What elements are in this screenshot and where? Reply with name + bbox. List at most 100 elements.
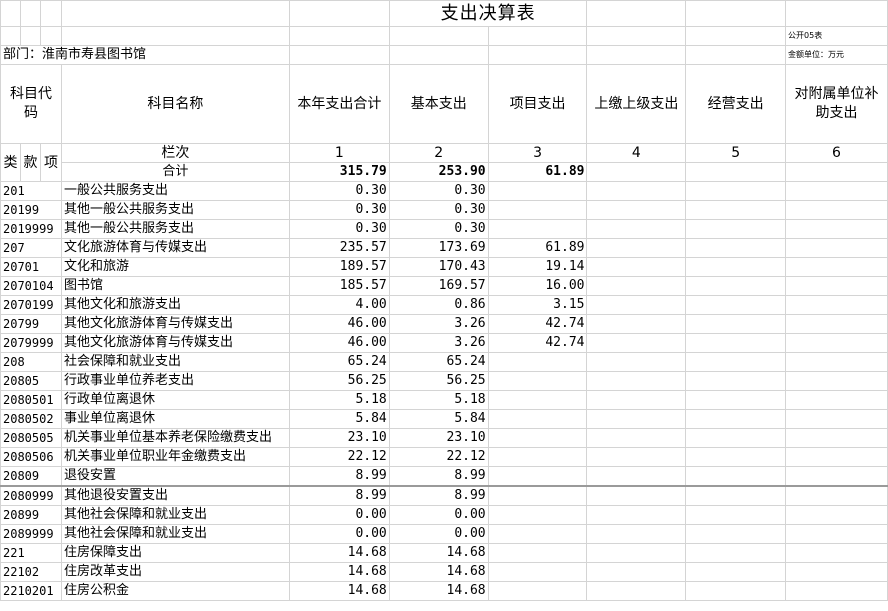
cell-empty[interactable] <box>586 333 687 353</box>
row-name: 住房改革支出 <box>60 562 290 582</box>
table-row: 20809 退役安置 8.99 8.99 <box>0 466 888 487</box>
cell-empty[interactable] <box>685 314 787 334</box>
row-basic: 0.30 <box>388 200 489 220</box>
row-project: 61.89 <box>487 238 588 258</box>
cell-empty[interactable] <box>785 333 888 353</box>
cell-empty[interactable] <box>785 295 888 315</box>
cell-empty[interactable] <box>785 409 888 429</box>
table-row: 2080502 事业单位离退休 5.84 5.84 <box>0 409 888 429</box>
row-project <box>487 505 588 525</box>
row-total: 189.57 <box>288 257 390 277</box>
cell-empty[interactable] <box>685 581 787 601</box>
unit-label: 金额单位：万元 <box>785 45 888 65</box>
cell-empty[interactable] <box>586 562 687 582</box>
cell-empty[interactable] <box>586 524 687 544</box>
header-business: 经营支出 <box>685 64 787 144</box>
cell-empty[interactable] <box>785 466 888 487</box>
cell-empty[interactable] <box>685 295 787 315</box>
row-code: 2019999 <box>0 219 62 239</box>
cell-empty[interactable] <box>685 409 787 429</box>
cell-empty[interactable] <box>785 200 888 220</box>
row-project <box>487 543 588 563</box>
project-sum: 61.89 <box>487 162 588 182</box>
cell-empty[interactable] <box>685 390 787 410</box>
table-row: 20701 文化和旅游 189.57 170.43 19.14 <box>0 257 888 277</box>
cell-empty[interactable] <box>685 447 787 467</box>
cell-empty[interactable] <box>785 238 888 258</box>
cell-empty[interactable] <box>785 524 888 544</box>
cell-empty[interactable] <box>586 200 687 220</box>
cell-empty[interactable] <box>685 524 787 544</box>
row-total: 14.68 <box>288 543 390 563</box>
cell-empty[interactable] <box>586 352 687 372</box>
cell-empty[interactable] <box>685 352 787 372</box>
cell-empty[interactable] <box>586 219 687 239</box>
cell-empty[interactable] <box>785 581 888 601</box>
cell-empty[interactable] <box>586 409 687 429</box>
row-code: 2089999 <box>0 524 62 544</box>
table-row: 20899 其他社会保障和就业支出 0.00 0.00 <box>0 505 888 525</box>
row-code: 20199 <box>0 200 62 220</box>
cell-empty[interactable] <box>785 314 888 334</box>
header-total: 本年支出合计 <box>288 64 390 144</box>
row-basic: 22.12 <box>388 447 489 467</box>
cell-empty[interactable] <box>685 428 787 448</box>
row-total: 23.10 <box>288 428 390 448</box>
cell-empty[interactable] <box>785 352 888 372</box>
cell-empty[interactable] <box>586 485 687 506</box>
cell-empty[interactable] <box>586 390 687 410</box>
cell-empty[interactable] <box>785 447 888 467</box>
cell-empty[interactable] <box>785 181 888 201</box>
cell-empty[interactable] <box>685 181 787 201</box>
cell-empty[interactable] <box>586 314 687 334</box>
row-project <box>487 390 588 410</box>
cell-empty[interactable] <box>685 485 787 506</box>
cell-empty[interactable] <box>685 543 787 563</box>
cell-empty[interactable] <box>685 562 787 582</box>
row-project: 42.74 <box>487 314 588 334</box>
cell-empty[interactable] <box>785 219 888 239</box>
cell-empty[interactable] <box>586 447 687 467</box>
cell-empty[interactable] <box>586 371 687 391</box>
table-row: 2089999 其他社会保障和就业支出 0.00 0.00 <box>0 524 888 544</box>
table-row: 20199 其他一般公共服务支出 0.30 0.30 <box>0 200 888 220</box>
cell-empty[interactable] <box>586 466 687 487</box>
row-name: 文化和旅游 <box>60 257 290 277</box>
row-project <box>487 485 588 506</box>
cell-empty[interactable] <box>685 276 787 296</box>
cell-empty[interactable] <box>785 428 888 448</box>
cell-empty[interactable] <box>685 238 787 258</box>
cell-empty[interactable] <box>685 466 787 487</box>
cell-empty[interactable] <box>685 333 787 353</box>
cell-empty[interactable] <box>685 505 787 525</box>
column-number: 2 <box>388 143 489 163</box>
cell-empty[interactable] <box>586 295 687 315</box>
cell-empty[interactable] <box>586 238 687 258</box>
cell-empty[interactable] <box>586 276 687 296</box>
cell-empty[interactable] <box>685 371 787 391</box>
cell-empty[interactable] <box>586 581 687 601</box>
row-total: 22.12 <box>288 447 390 467</box>
cell-empty[interactable] <box>685 200 787 220</box>
expenditure-table: 支出决算表 公开05表 部门：淮南市寿县图书馆 金额单位：万元 科目代码 科目名… <box>0 0 888 601</box>
header-name: 科目名称 <box>60 64 290 144</box>
cell-empty[interactable] <box>685 219 787 239</box>
cell-empty[interactable] <box>785 505 888 525</box>
cell-empty[interactable] <box>785 276 888 296</box>
cell-empty[interactable] <box>586 505 687 525</box>
cell-empty[interactable] <box>586 257 687 277</box>
cell-empty[interactable] <box>785 390 888 410</box>
row-name: 图书馆 <box>60 276 290 296</box>
cell-empty[interactable] <box>785 543 888 563</box>
cell-empty[interactable] <box>586 428 687 448</box>
cell-empty[interactable] <box>586 543 687 563</box>
cell-empty[interactable] <box>785 257 888 277</box>
cell-empty[interactable] <box>685 257 787 277</box>
cell-empty[interactable] <box>785 371 888 391</box>
row-basic: 8.99 <box>388 466 489 487</box>
cell-empty[interactable] <box>785 562 888 582</box>
table-row: 2079999 其他文化旅游体育与传媒支出 46.00 3.26 42.74 <box>0 333 888 353</box>
cell-empty[interactable] <box>586 181 687 201</box>
row-total: 8.99 <box>288 466 390 487</box>
cell-empty[interactable] <box>785 485 888 506</box>
